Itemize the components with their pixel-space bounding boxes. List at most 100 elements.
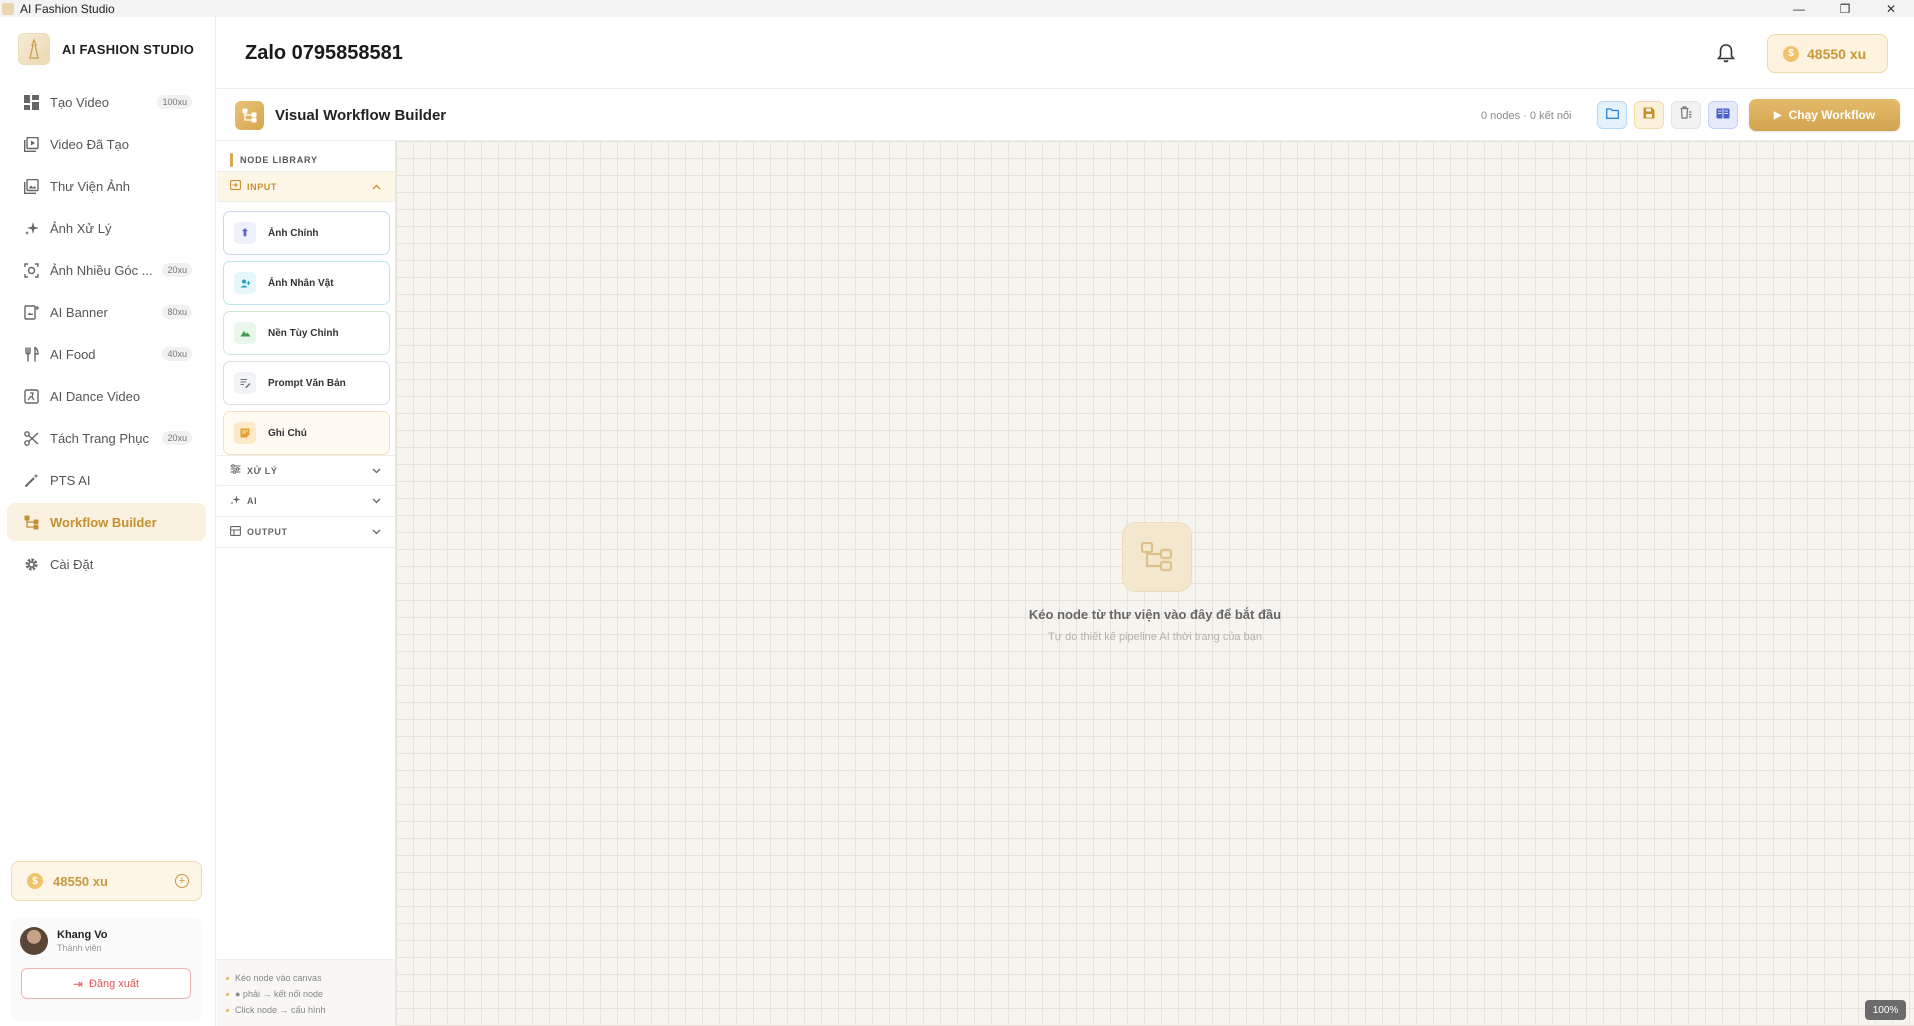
node-ghi-chu[interactable]: Ghi Chú (223, 411, 390, 455)
tip-item: ● phải → kết nối node (226, 986, 395, 1002)
category-ai[interactable]: AI (217, 486, 395, 517)
sidebar-item-label: Workflow Builder (50, 514, 157, 530)
banner-icon (22, 303, 40, 321)
sidebar-item-video-da-tao[interactable]: Video Đã Tạo (7, 125, 206, 163)
node-count: 0 nodes · 0 kết nối (1481, 110, 1572, 122)
category-label: AI (247, 496, 258, 506)
node-label: Ảnh Nhân Vật (268, 277, 334, 289)
output-icon (230, 525, 242, 539)
dance-video-icon (22, 387, 40, 405)
coin-balance-card[interactable]: $ 48550 xu + (11, 861, 202, 901)
camera-icon (22, 261, 40, 279)
category-input[interactable]: INPUT (217, 171, 395, 202)
sidebar: AI FASHION STUDIO Tạo Video 100xu Video … (0, 17, 216, 1026)
clear-workflow-button[interactable] (1671, 101, 1701, 129)
add-coin-icon[interactable]: + (175, 874, 189, 888)
brand-name: AI FASHION STUDIO (62, 41, 195, 57)
tip-text: Click node → cấu hình (235, 1005, 326, 1015)
header-coin-balance[interactable]: $ 48550 xu (1767, 34, 1888, 73)
sidebar-item-anh-nhieu-goc[interactable]: Ảnh Nhiều Góc ... 20xu (7, 251, 206, 289)
run-workflow-button[interactable]: ▶ Chạy Workflow (1749, 99, 1900, 131)
sparkle-icon (22, 219, 40, 237)
avatar (20, 927, 48, 955)
sidebar-item-workflow-builder[interactable]: Workflow Builder (7, 503, 206, 541)
magic-wand-icon (22, 471, 40, 489)
sidebar-item-label: Ảnh Xử Lý (50, 220, 112, 236)
open-workflow-button[interactable] (1597, 101, 1627, 129)
chevron-down-icon (372, 527, 381, 537)
tip-item: Kéo node vào canvas (226, 970, 395, 986)
zoom-level[interactable]: 100% (1865, 1000, 1906, 1020)
coin-icon: $ (27, 873, 43, 889)
sidebar-item-label: AI Food (50, 346, 96, 362)
tip-bullet (226, 1008, 229, 1012)
workflow-toolbar: Visual Workflow Builder 0 nodes · 0 kết … (217, 89, 1914, 141)
node-library-heading: NODE LIBRARY (230, 153, 318, 167)
sidebar-item-label: Tạo Video (50, 94, 110, 110)
node-label: Ghi Chú (268, 427, 307, 439)
upload-icon: ⬆ (234, 222, 256, 244)
sidebar-item-label: Cài Đặt (50, 556, 94, 572)
save-icon (1643, 106, 1655, 124)
sidebar-item-ai-dance-video[interactable]: AI Dance Video (7, 377, 206, 415)
templates-button[interactable] (1708, 101, 1738, 129)
scissors-icon (22, 429, 40, 447)
node-anh-nhan-vat[interactable]: Ảnh Nhân Vật (223, 261, 390, 305)
sidebar-item-label: Tách Trang Phục (50, 430, 149, 446)
person-add-icon (234, 272, 256, 294)
input-icon (230, 180, 242, 193)
sidebar-item-label: Ảnh Nhiều Góc ... (50, 262, 153, 278)
save-workflow-button[interactable] (1634, 101, 1664, 129)
sidebar-item-ai-food[interactable]: AI Food 40xu (7, 335, 206, 373)
close-button[interactable]: ✕ (1868, 0, 1914, 17)
node-anh-chinh[interactable]: ⬆ Ảnh Chính (223, 211, 390, 255)
cost-badge: 40xu (162, 347, 192, 361)
bell-icon[interactable] (1716, 43, 1737, 63)
sidebar-item-thu-vien-anh[interactable]: Thư Viện Ảnh (7, 167, 206, 205)
category-output[interactable]: OUTPUT (217, 517, 395, 548)
text-edit-icon (234, 372, 256, 394)
tip-item: Click node → cấu hình (226, 1002, 395, 1018)
cost-badge: 80xu (162, 305, 192, 319)
user-card: Khang Vo Thành viên ⇥ Đăng xuất (11, 918, 202, 1021)
landscape-icon (234, 322, 256, 344)
coin-icon: $ (1783, 45, 1799, 62)
sidebar-item-label: AI Dance Video (50, 388, 141, 404)
workflow-title: Visual Workflow Builder (275, 107, 447, 124)
heading-accent-bar (230, 153, 233, 167)
coin-balance: 48550 xu (53, 873, 108, 889)
brand[interactable]: AI FASHION STUDIO (18, 33, 194, 65)
sidebar-item-tach-trang-phuc[interactable]: Tách Trang Phục 20xu (7, 419, 206, 457)
tip-bullet (226, 992, 229, 996)
image-library-icon (22, 177, 40, 195)
book-icon (1716, 106, 1730, 124)
workflow-icon (1122, 522, 1192, 592)
category-xu-ly[interactable]: XỬ LÝ (217, 455, 395, 486)
grid-icon (22, 93, 40, 111)
sidebar-item-ai-banner[interactable]: AI Banner 80xu (7, 293, 206, 331)
minimize-button[interactable]: — (1776, 0, 1822, 17)
category-label: OUTPUT (247, 527, 288, 537)
node-nen-tuy-chinh[interactable]: Nền Tùy Chỉnh (223, 311, 390, 355)
workflow-icon (235, 101, 264, 130)
window-titlebar: AI Fashion Studio — ❐ ✕ (0, 0, 1914, 17)
chevron-down-icon (372, 496, 381, 506)
sliders-icon (230, 464, 242, 477)
sparkle-icon (230, 495, 242, 508)
sidebar-item-label: PTS AI (50, 472, 91, 488)
category-label: XỬ LÝ (247, 465, 278, 476)
user-role: Thành viên (57, 943, 102, 953)
node-prompt-van-ban[interactable]: Prompt Văn Bản (223, 361, 390, 405)
chevron-down-icon (372, 466, 381, 476)
sidebar-item-cai-dat[interactable]: Cài Đặt (7, 545, 206, 583)
sidebar-item-pts-ai[interactable]: PTS AI (7, 461, 206, 499)
workflow-canvas[interactable]: Kéo node từ thư viện vào đây để bắt đầu … (396, 141, 1914, 1026)
app-icon (2, 2, 14, 15)
maximize-button[interactable]: ❐ (1822, 0, 1868, 17)
logout-button[interactable]: ⇥ Đăng xuất (21, 968, 191, 999)
sidebar-item-anh-xu-ly[interactable]: Ảnh Xử Lý (7, 209, 206, 247)
cost-badge: 20xu (162, 263, 192, 277)
cost-badge: 20xu (162, 431, 192, 445)
top-header: Zalo 0795858581 $ 48550 xu (217, 17, 1914, 89)
sidebar-item-tao-video[interactable]: Tạo Video 100xu (7, 83, 206, 121)
